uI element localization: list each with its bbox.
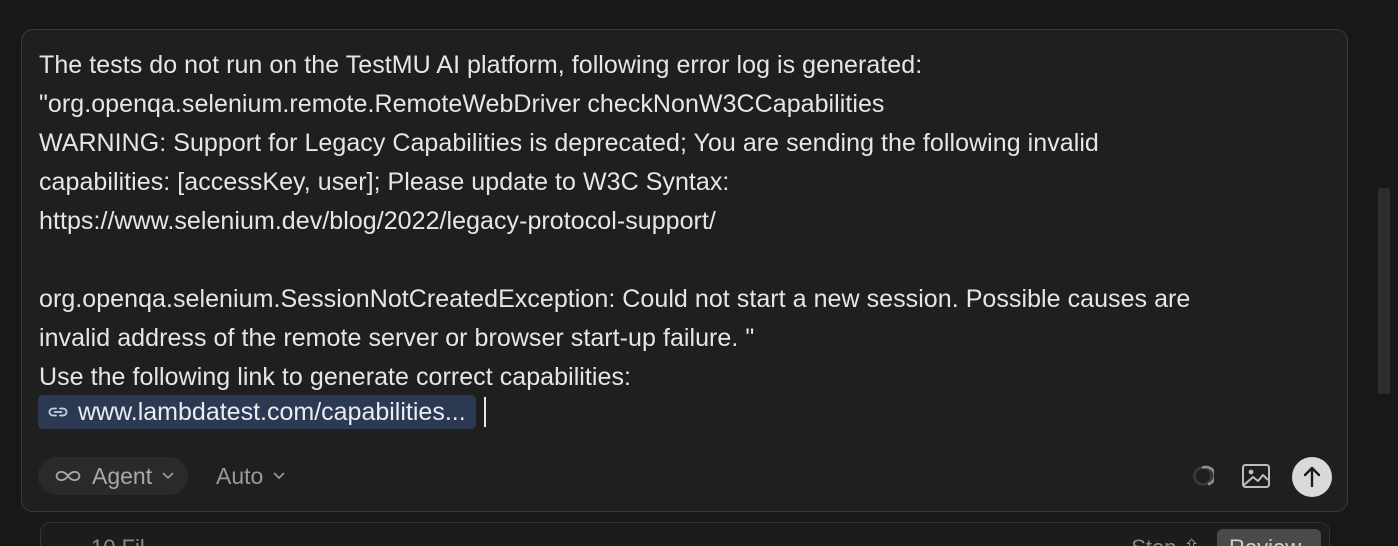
link-icon xyxy=(48,407,68,417)
model-selector-dropdown[interactable]: Auto xyxy=(216,457,285,495)
message-line: WARNING: Support for Legacy Capabilities… xyxy=(39,129,1099,157)
text-caret xyxy=(483,397,486,427)
message-line: Use the following link to generate corre… xyxy=(39,363,631,391)
message-line: The tests do not run on the TestMU AI pl… xyxy=(39,51,923,79)
link-line: www.lambdatest.com/capabilities... xyxy=(38,394,486,430)
scrollbar[interactable] xyxy=(1378,188,1390,394)
message-input[interactable]: The tests do not run on the TestMU AI pl… xyxy=(39,46,1309,397)
chevron-down-icon xyxy=(274,472,285,479)
link-chip-text: www.lambdatest.com/capabilities... xyxy=(78,397,466,426)
changes-panel: 10 Fil Stop ⇧ Review xyxy=(40,522,1330,546)
chevron-down-icon xyxy=(162,472,174,479)
review-button[interactable]: Review xyxy=(1217,529,1321,546)
chat-panel: The tests do not run on the TestMU AI pl… xyxy=(0,0,1398,546)
link-chip[interactable]: www.lambdatest.com/capabilities... xyxy=(38,395,476,429)
model-selector-label: Auto xyxy=(216,462,264,489)
image-icon[interactable] xyxy=(1241,463,1271,489)
chat-composer[interactable]: The tests do not run on the TestMU AI pl… xyxy=(21,29,1348,512)
arrow-up-icon xyxy=(1303,466,1321,488)
message-line: org.openqa.selenium.SessionNotCreatedExc… xyxy=(39,285,1191,313)
message-line: capabilities: [accessKey, user]; Please … xyxy=(39,168,730,196)
files-count-label[interactable]: 10 Fil xyxy=(91,535,145,546)
message-line: invalid address of the remote server or … xyxy=(39,324,755,352)
message-line: https://www.selenium.dev/blog/2022/legac… xyxy=(39,207,716,235)
agent-mode-label: Agent xyxy=(92,462,153,489)
message-line-blank xyxy=(39,241,1309,280)
spinner-icon xyxy=(1193,465,1214,486)
send-button[interactable] xyxy=(1292,457,1332,497)
stop-button[interactable]: Stop ⇧ xyxy=(1131,535,1201,546)
infinity-icon xyxy=(55,470,81,482)
message-line: "org.openqa.selenium.remote.RemoteWebDri… xyxy=(39,90,885,118)
agent-mode-dropdown[interactable]: Agent xyxy=(38,457,189,495)
